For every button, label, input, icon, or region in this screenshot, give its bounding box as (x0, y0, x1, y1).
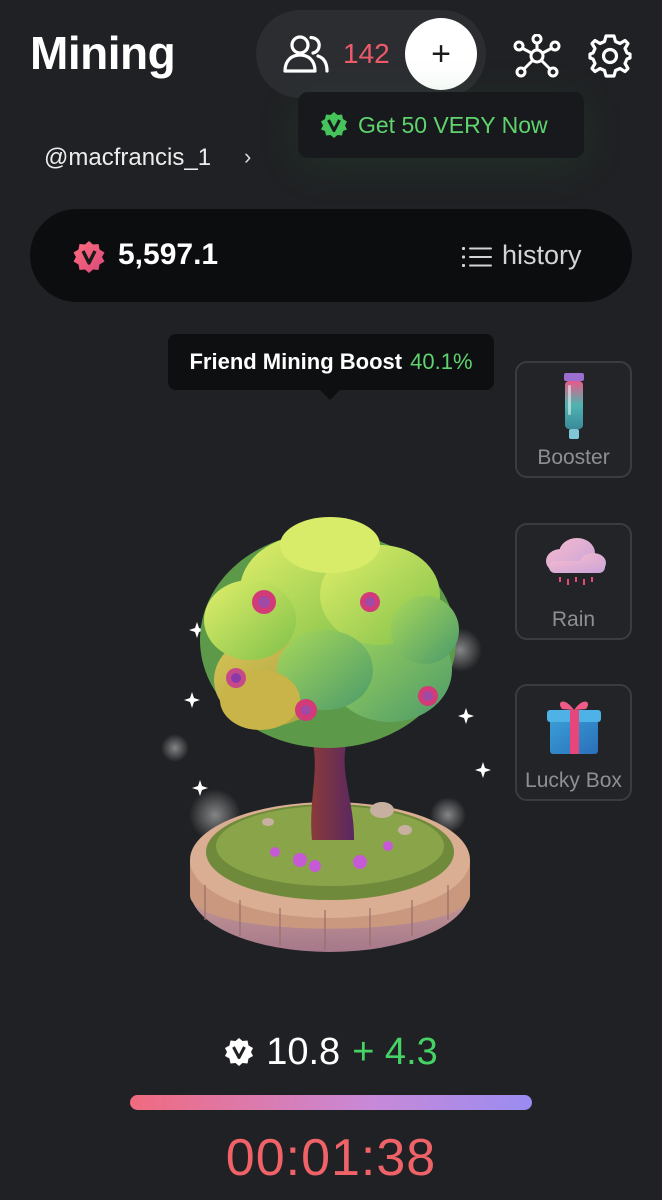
mining-progress-bar (130, 1095, 532, 1110)
gear-icon[interactable] (588, 34, 632, 78)
page-title: Mining (30, 27, 176, 79)
booster-label: Booster (537, 446, 610, 469)
mining-timer: 00:01:38 (225, 1129, 437, 1187)
promo-label: Get 50 VERY Now (358, 111, 548, 138)
rain-button[interactable]: Rain (515, 523, 632, 640)
lucky-box-label: Lucky Box (525, 769, 622, 792)
list-icon[interactable] (462, 246, 492, 268)
rain-label: Rain (551, 608, 596, 631)
tooltip-arrow (318, 388, 342, 400)
mining-rate-base: 10.8 (266, 1030, 341, 1073)
friend-count: 142 (343, 38, 390, 69)
booster-button[interactable]: Booster (515, 361, 632, 478)
network-icon[interactable] (513, 34, 561, 78)
lucky-box-button[interactable]: Lucky Box (515, 684, 632, 801)
mining-tree-illustration[interactable] (150, 500, 500, 990)
gift-box-icon (546, 701, 601, 754)
add-icon: + (431, 34, 451, 73)
add-button[interactable]: + (405, 18, 477, 90)
mining-rate: 10.8 + 4.3 (0, 1028, 662, 1076)
balance-value: 5,597.1 (118, 238, 219, 271)
very-coin-icon (73, 241, 105, 273)
booster-vial-icon (563, 373, 584, 439)
username-link[interactable]: @macfrancis_1 (44, 144, 211, 172)
chevron-right-icon[interactable]: › (244, 144, 251, 170)
friends-icon[interactable] (282, 34, 330, 74)
mining-rate-bonus: + 4.3 (352, 1030, 438, 1073)
promo-button[interactable]: Get 50 VERY Now (298, 92, 584, 158)
boost-value: 40.1% (410, 349, 473, 374)
friend-boost-tooltip: Friend Mining Boost 40.1% (168, 334, 494, 390)
very-coin-icon (225, 1038, 254, 1066)
rain-cloud-icon (545, 538, 606, 585)
boost-label: Friend Mining Boost (189, 349, 403, 374)
history-link[interactable]: history (502, 240, 582, 271)
progress-fill (130, 1095, 532, 1110)
very-logo-icon (321, 112, 347, 138)
